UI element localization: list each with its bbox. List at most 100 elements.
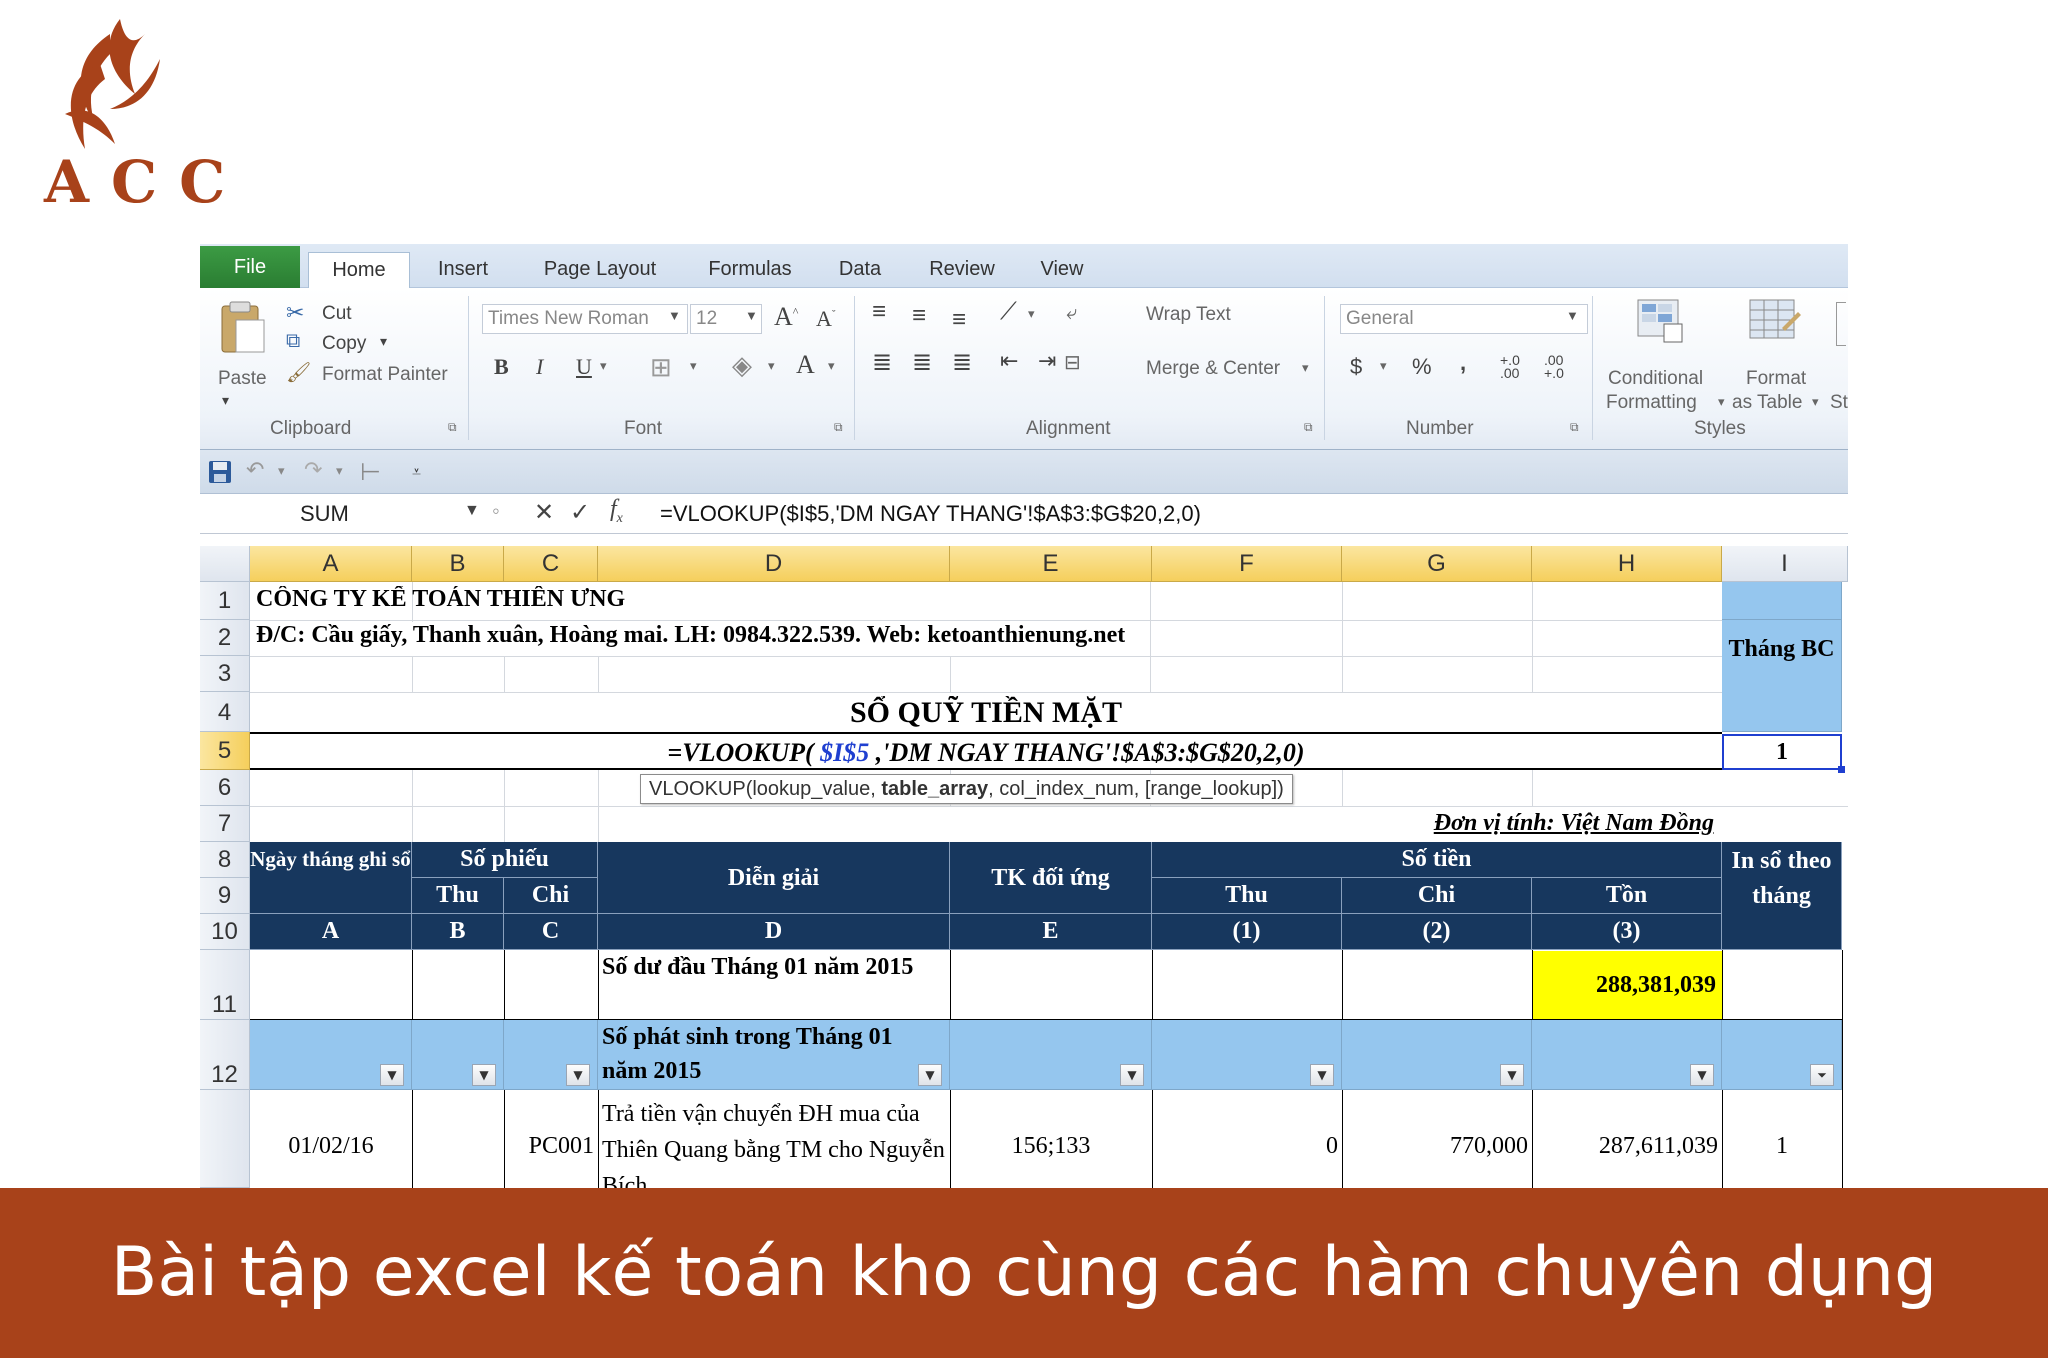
number-format-select[interactable]: General — [1340, 304, 1588, 334]
row-header-13[interactable] — [200, 1090, 250, 1188]
filter-dropdown-f[interactable]: ▼ — [1310, 1064, 1334, 1086]
currency-button[interactable]: $ — [1350, 354, 1362, 380]
conditional-formatting-label-2[interactable]: Formatting — [1606, 392, 1697, 414]
orientation-icon[interactable]: ⟋ — [1000, 298, 1017, 326]
save-icon[interactable] — [208, 460, 232, 490]
column-header-g[interactable]: G — [1342, 546, 1532, 582]
tab-review[interactable]: Review — [912, 252, 1012, 288]
filter-dropdown-e[interactable]: ▼ — [1120, 1064, 1144, 1086]
name-box[interactable]: SUM — [200, 498, 480, 530]
underline-dropdown-icon[interactable]: ▾ — [600, 358, 607, 374]
borders-icon[interactable]: ⊞ — [650, 352, 672, 383]
copy-dropdown-icon[interactable]: ▾ — [380, 333, 387, 350]
decrease-decimal-button[interactable]: .00 +.0 — [1544, 353, 1580, 380]
shrink-font-icon[interactable]: Aˇ — [816, 306, 836, 332]
column-header-h[interactable]: H — [1532, 546, 1722, 582]
name-box-dropdown-icon[interactable]: ▼ — [464, 502, 480, 520]
cut-button[interactable]: Cut — [322, 303, 352, 325]
copy-button[interactable]: Copy — [322, 333, 366, 355]
conditional-dropdown-icon[interactable]: ▾ — [1718, 394, 1725, 410]
column-header-e[interactable]: E — [950, 546, 1152, 582]
redo-icon[interactable]: ↷ — [304, 458, 322, 483]
sort-icon[interactable]: ⊢ — [360, 458, 381, 486]
filter-dropdown-g[interactable]: ▼ — [1500, 1064, 1524, 1086]
column-header-b[interactable]: B — [412, 546, 504, 582]
row-header-12[interactable]: 12 — [200, 1020, 250, 1090]
font-name-select[interactable]: Times New Roman — [482, 304, 688, 334]
column-header-d[interactable]: D — [598, 546, 950, 582]
font-color-icon[interactable]: A — [796, 350, 815, 380]
cell-styles-button[interactable]: St — [1830, 392, 1848, 414]
filter-dropdown-b[interactable]: ▼ — [472, 1064, 496, 1086]
align-middle-icon[interactable]: ≡ — [912, 302, 926, 330]
borders-dropdown-icon[interactable]: ▾ — [690, 358, 697, 374]
fill-color-icon[interactable]: ◈ — [732, 350, 752, 381]
insert-function-icon[interactable]: fx — [610, 496, 623, 527]
alignment-launcher-icon[interactable]: ⧉ — [1304, 420, 1313, 435]
tab-formulas[interactable]: Formulas — [690, 252, 810, 288]
increase-indent-icon[interactable]: ⇥ — [1038, 348, 1056, 374]
selected-cell-i5[interactable]: 1 — [1722, 734, 1842, 770]
font-color-dropdown-icon[interactable]: ▾ — [828, 358, 835, 374]
paste-dropdown-icon[interactable]: ▾ — [222, 392, 229, 409]
filter-active-icon[interactable]: ⏷ — [1810, 1064, 1834, 1086]
row-header-5[interactable]: 5 — [200, 732, 250, 770]
row-header-4[interactable]: 4 — [200, 692, 250, 732]
formula-edit-cell[interactable]: =VLOOKUP( $I$5 ,'DM NGAY THANG'!$A$3:$G$… — [250, 732, 1722, 770]
row-header-10[interactable]: 10 — [200, 914, 250, 950]
merge-center-button[interactable]: Merge & Center — [1146, 358, 1280, 380]
align-center-icon[interactable]: ≣ — [912, 348, 932, 377]
format-as-table-dropdown-icon[interactable]: ▾ — [1812, 394, 1819, 410]
italic-button[interactable]: I — [536, 354, 543, 380]
tab-file[interactable]: File — [200, 246, 300, 288]
filter-dropdown-c[interactable]: ▼ — [566, 1064, 590, 1086]
column-header-c[interactable]: C — [504, 546, 598, 582]
row-header-6[interactable]: 6 — [200, 770, 250, 806]
tab-insert[interactable]: Insert — [420, 252, 506, 288]
row-header-1[interactable]: 1 — [200, 582, 250, 620]
grow-font-icon[interactable]: A^ — [774, 302, 798, 332]
percent-button[interactable]: % — [1412, 354, 1432, 380]
currency-dropdown-icon[interactable]: ▾ — [1380, 358, 1387, 374]
tab-page-layout[interactable]: Page Layout — [520, 252, 680, 288]
bold-button[interactable]: B — [494, 354, 509, 380]
font-launcher-icon[interactable]: ⧉ — [834, 420, 843, 435]
orientation-dropdown-icon[interactable]: ▾ — [1028, 306, 1035, 322]
conditional-formatting-label-1[interactable]: Conditional — [1608, 368, 1703, 390]
increase-decimal-button[interactable]: +.0 .00 — [1500, 353, 1536, 380]
align-bottom-icon[interactable]: ≡ — [952, 306, 966, 334]
paste-button[interactable]: Paste — [218, 368, 267, 390]
number-launcher-icon[interactable]: ⧉ — [1570, 420, 1579, 435]
fill-handle[interactable] — [1838, 766, 1845, 773]
align-top-icon[interactable]: ≡ — [872, 298, 886, 326]
column-header-i[interactable]: I — [1722, 546, 1848, 582]
row-header-3[interactable]: 3 — [200, 656, 250, 692]
fill-color-dropdown-icon[interactable]: ▾ — [768, 358, 775, 374]
filter-dropdown-d[interactable]: ▼ — [918, 1064, 942, 1086]
align-right-icon[interactable]: ≣ — [952, 348, 972, 377]
formula-bar-handle-icon[interactable]: ◦ — [492, 498, 500, 524]
row-header-11[interactable]: 11 — [200, 950, 250, 1020]
enter-icon[interactable]: ✓ — [570, 498, 590, 527]
tab-home[interactable]: Home — [308, 252, 410, 289]
redo-dropdown-icon[interactable]: ▾ — [336, 464, 343, 479]
wrap-text-button[interactable]: Wrap Text — [1146, 304, 1231, 326]
select-all-corner[interactable] — [200, 546, 250, 582]
align-left-icon[interactable]: ≣ — [872, 348, 892, 377]
row-header-2[interactable]: 2 — [200, 620, 250, 656]
undo-dropdown-icon[interactable]: ▾ — [278, 464, 285, 479]
decrease-indent-icon[interactable]: ⇤ — [1000, 348, 1018, 374]
row-header-7[interactable]: 7 — [200, 806, 250, 842]
customize-qat-icon[interactable]: ⩡ — [412, 462, 421, 482]
underline-button[interactable]: U — [576, 354, 592, 380]
column-header-a[interactable]: A — [250, 546, 412, 582]
column-header-f[interactable]: F — [1152, 546, 1342, 582]
format-painter-button[interactable]: Format Painter — [322, 364, 448, 386]
format-as-table-label-1[interactable]: Format — [1746, 368, 1806, 390]
row-header-8[interactable]: 8 — [200, 842, 250, 878]
format-as-table-label-2[interactable]: as Table — [1732, 392, 1802, 414]
comma-button[interactable]: , — [1460, 350, 1466, 376]
merge-dropdown-icon[interactable]: ▾ — [1302, 360, 1309, 376]
tab-data[interactable]: Data — [820, 252, 900, 288]
clipboard-launcher-icon[interactable]: ⧉ — [448, 420, 457, 435]
